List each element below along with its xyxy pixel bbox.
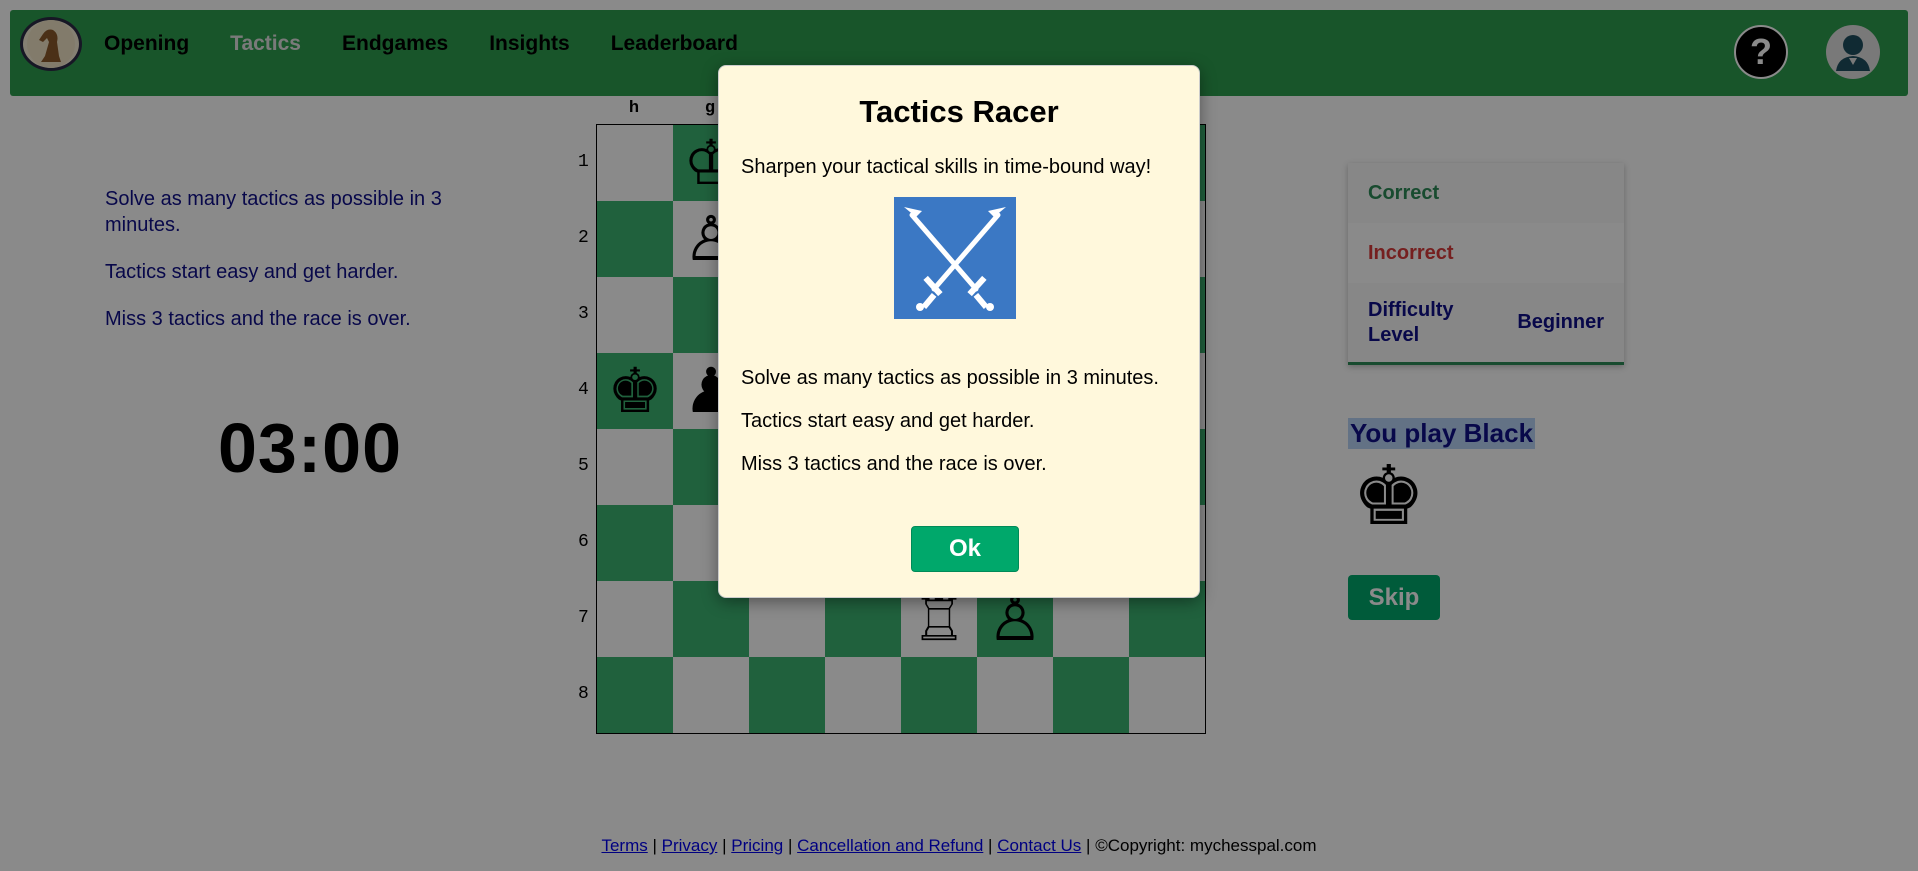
tactics-racer-dialog: Tactics Racer Sharpen your tactical skil…: [718, 65, 1200, 598]
ok-button[interactable]: Ok: [911, 526, 1019, 572]
dialog-rule-line: Tactics start easy and get harder.: [741, 410, 1035, 432]
dialog-title: Tactics Racer: [859, 94, 1059, 129]
crossed-swords-icon: [894, 197, 1016, 319]
dialog-rule-line: Miss 3 tactics and the race is over.: [741, 453, 1047, 475]
dialog-body: Solve as many tactics as possible in 3 m…: [741, 366, 1159, 495]
dialog-subtitle: Sharpen your tactical skills in time-bou…: [741, 156, 1152, 178]
dialog-rule-line: Solve as many tactics as possible in 3 m…: [741, 367, 1159, 389]
